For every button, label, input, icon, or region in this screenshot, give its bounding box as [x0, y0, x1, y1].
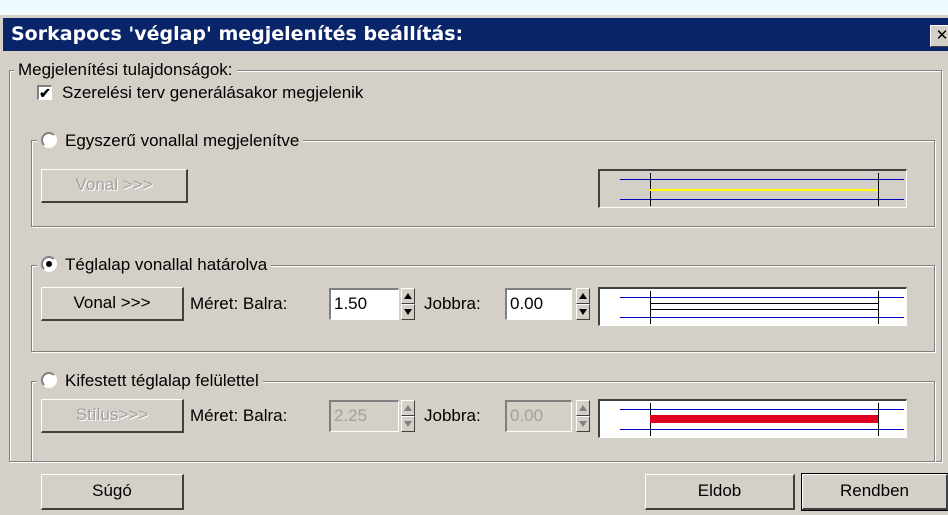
- rectangle-line-option[interactable]: Téglalap vonallal határolva: [37, 255, 272, 275]
- fill-right-size-input[interactable]: 0.00: [505, 400, 572, 432]
- spin-up-icon[interactable]: [401, 288, 415, 304]
- simple-line-label: Egyszerű vonallal megjelenítve: [65, 131, 300, 150]
- fill-left-size-input[interactable]: 2.25: [329, 400, 399, 432]
- rectangle-left-size-input[interactable]: 1.50: [329, 288, 399, 320]
- rectangle-line-radio[interactable]: [41, 256, 57, 272]
- fill-left-size-spinner[interactable]: [401, 400, 415, 432]
- fill-right-label: Jobbra:: [424, 406, 481, 425]
- dialog-window: Sorkapocs 'véglap' megjelenítés beállítá…: [0, 15, 948, 515]
- close-icon[interactable]: ✕: [930, 25, 948, 47]
- filled-rectangle-radio[interactable]: [41, 372, 57, 388]
- title-bar[interactable]: Sorkapocs 'véglap' megjelenítés beállítá…: [3, 18, 948, 51]
- spin-up-icon[interactable]: [576, 288, 590, 304]
- spin-down-icon[interactable]: [401, 304, 415, 320]
- fill-style-button[interactable]: Stílus>>>: [41, 399, 184, 433]
- filled-rectangle-preview: [598, 399, 907, 438]
- fill-size-left-label: Méret: Balra:: [190, 406, 288, 425]
- spin-down-icon[interactable]: [576, 416, 590, 432]
- rectangle-right-size-input[interactable]: 0.00: [505, 288, 572, 320]
- show-on-assembly-plan-checkbox[interactable]: ✔: [37, 85, 52, 100]
- rectangle-right-label: Jobbra:: [424, 294, 481, 313]
- show-on-assembly-plan-label: Szerelési terv generálásakor megjelenik: [62, 83, 364, 102]
- simple-line-radio[interactable]: [41, 132, 57, 148]
- spin-up-icon[interactable]: [401, 400, 415, 416]
- spin-up-icon[interactable]: [576, 400, 590, 416]
- spin-down-icon[interactable]: [576, 304, 590, 320]
- fill-right-size-spinner[interactable]: [576, 400, 590, 432]
- help-button[interactable]: Súgó: [41, 474, 184, 510]
- dialog-title: Sorkapocs 'véglap' megjelenítés beállítá…: [11, 23, 464, 45]
- filled-rectangle-option[interactable]: Kifestett téglalap felülettel: [37, 371, 263, 391]
- filled-rectangle-label: Kifestett téglalap felülettel: [65, 371, 259, 390]
- simple-line-option[interactable]: Egyszerű vonallal megjelenítve: [37, 131, 304, 151]
- display-properties-label: Megjelenítési tulajdonságok:: [14, 60, 237, 80]
- rectangle-line-button[interactable]: Vonal >>>: [41, 287, 184, 321]
- rectangle-line-label: Téglalap vonallal határolva: [65, 255, 268, 274]
- rectangle-left-size-spinner[interactable]: [401, 288, 415, 320]
- simple-line-preview: [598, 169, 907, 208]
- simple-line-button[interactable]: Vonal >>>: [41, 169, 188, 203]
- cancel-button[interactable]: Eldob: [645, 474, 795, 510]
- rectangle-line-preview: [598, 287, 907, 326]
- spin-down-icon[interactable]: [401, 416, 415, 432]
- rectangle-size-left-label: Méret: Balra:: [190, 294, 288, 313]
- ok-button[interactable]: Rendben: [801, 473, 948, 511]
- rectangle-right-size-spinner[interactable]: [576, 288, 590, 320]
